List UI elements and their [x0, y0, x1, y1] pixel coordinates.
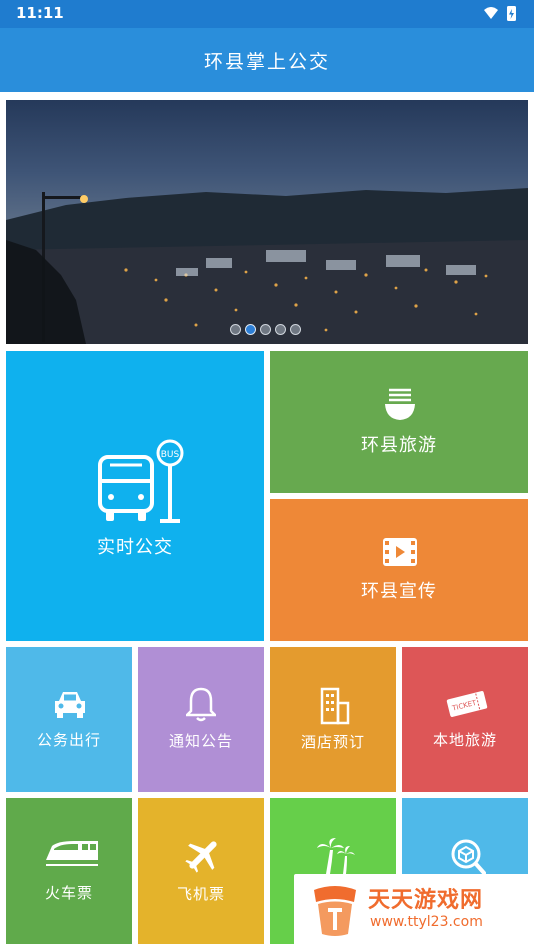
carousel-dot[interactable] [245, 324, 256, 335]
carousel-dot[interactable] [230, 324, 241, 335]
hotel-tile[interactable]: 酒店预订 [270, 647, 396, 792]
app-bar: 环县掌上公交 [0, 28, 534, 92]
tourism-label: 环县旅游 [361, 435, 437, 456]
local-tour-tile[interactable]: TICKET 本地旅游 [402, 647, 528, 792]
train-icon [46, 841, 98, 866]
train-tile[interactable]: 火车票 [6, 798, 132, 944]
noodle-bowl-icon [385, 388, 415, 420]
watermark-logo-icon [314, 886, 356, 936]
bus-sign-text: BUS [161, 450, 180, 460]
carousel-dot[interactable] [275, 324, 286, 335]
flight-tile[interactable]: 飞机票 [138, 798, 264, 944]
promo-label: 环县宣传 [361, 581, 437, 602]
local-tour-label: 本地旅游 [432, 731, 497, 749]
app-title: 环县掌上公交 [203, 50, 330, 73]
airplane-icon [185, 841, 217, 873]
promo-tile[interactable]: 环县宣传 [270, 499, 528, 641]
status-icons [484, 6, 516, 21]
car-icon [55, 692, 85, 718]
flight-label: 飞机票 [176, 885, 225, 903]
watermark-name: 天天游戏网 [368, 888, 484, 913]
realtime-bus-tile[interactable]: BUS 实时公交 [6, 351, 264, 641]
train-label: 火车票 [44, 884, 93, 902]
realtime-bus-label: 实时公交 [97, 537, 173, 558]
official-trip-tile[interactable]: 公务出行 [6, 647, 132, 792]
search-box-icon [451, 839, 486, 875]
palm-tree-icon [317, 838, 355, 874]
bell-icon [186, 687, 216, 722]
watermark: 天天游戏网 www.ttyl23.com [294, 874, 534, 950]
hotel-label: 酒店预订 [300, 733, 365, 751]
carousel-indicators [230, 324, 301, 335]
status-bar: 11:11 [0, 0, 534, 28]
watermark-url: www.ttyl23.com [370, 914, 483, 930]
status-time: 11:11 [16, 4, 64, 22]
wifi-icon [484, 7, 498, 19]
film-play-icon [383, 538, 417, 566]
notice-label: 通知公告 [168, 732, 233, 750]
banner-carousel[interactable] [6, 100, 528, 344]
carousel-dot[interactable] [290, 324, 301, 335]
building-icon [320, 687, 350, 725]
banner-city-night-image [6, 188, 528, 344]
bus-stop-icon: BUS [98, 439, 184, 523]
notice-tile[interactable]: 通知公告 [138, 647, 264, 792]
official-trip-label: 公务出行 [36, 731, 101, 749]
tourism-tile[interactable]: 环县旅游 [270, 351, 528, 493]
carousel-dot[interactable] [260, 324, 271, 335]
ticket-icon: TICKET [446, 691, 488, 717]
